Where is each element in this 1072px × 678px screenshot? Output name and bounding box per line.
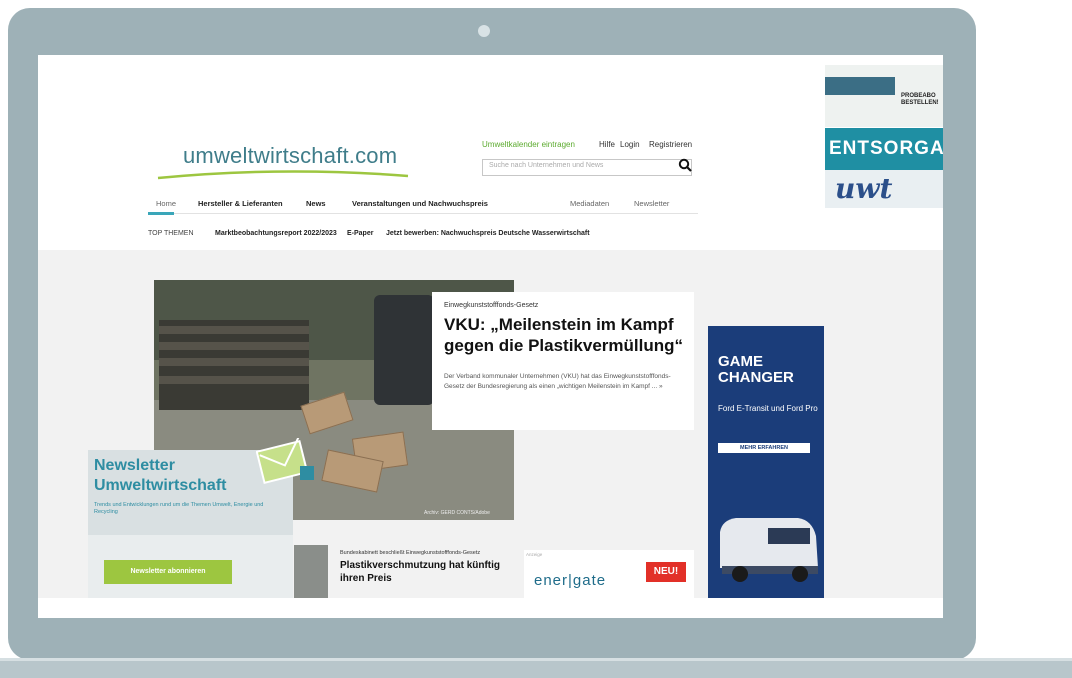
more-info-button[interactable]: MEHR ERFAHREN bbox=[718, 443, 810, 453]
bench-shape bbox=[159, 320, 309, 410]
nav-mediadata[interactable]: Mediadaten bbox=[570, 199, 609, 208]
top-theme-award[interactable]: Jetzt bewerben: Nachwuchspreis Deutsche … bbox=[386, 230, 590, 237]
laptop-base bbox=[0, 658, 1072, 678]
site-header: umweltwirtschaft.com Umweltkalender eint… bbox=[38, 55, 943, 250]
login-link[interactable]: Login bbox=[620, 140, 640, 149]
nav-newsletter[interactable]: Newsletter bbox=[634, 199, 669, 208]
entsorga-ad[interactable]: ENTSORGA uwt bbox=[825, 128, 943, 208]
top-theme-report[interactable]: Marktbeobachtungsreport 2022/2023 bbox=[215, 230, 337, 237]
nav-divider bbox=[148, 213, 698, 214]
logo-swoosh-icon bbox=[157, 170, 409, 180]
bench-slat bbox=[159, 376, 309, 384]
article-teaser[interactable]: Bundeskabinett beschließt Einwegkunststo… bbox=[340, 549, 520, 585]
bench-slat bbox=[159, 342, 309, 350]
nav-manufacturers[interactable]: Hersteller & Lieferanten bbox=[198, 199, 283, 208]
entsorga-logo: ENTSORGA bbox=[829, 138, 943, 159]
magazine-cover bbox=[825, 77, 895, 95]
magazine-ad[interactable]: PROBEABO BESTELLEN! bbox=[825, 65, 943, 127]
ad-title: GAME CHANGER bbox=[718, 353, 794, 386]
search-input[interactable]: Suche nach Unternehmen und News bbox=[482, 159, 692, 176]
uwt-panel: uwt bbox=[825, 170, 943, 208]
newsletter-subtitle: Trends und Entwicklungen rund um die The… bbox=[94, 502, 264, 515]
newsletter-subscribe-button[interactable]: Newsletter abonnieren bbox=[104, 560, 232, 584]
suggest-link[interactable]: Umweltkalender eintragen bbox=[482, 140, 575, 149]
register-link[interactable]: Registrieren bbox=[649, 140, 692, 149]
nav-home[interactable]: Home bbox=[156, 199, 176, 208]
article-thumbnail[interactable] bbox=[294, 545, 328, 598]
search-icon[interactable] bbox=[678, 158, 692, 172]
hero-text: Der Verband kommunaler Unternehmen (VKU)… bbox=[444, 373, 671, 390]
screen-bottom-strip bbox=[38, 598, 943, 618]
ad-subtitle: Ford E-Transit und Ford Pro bbox=[718, 404, 818, 413]
nav-news[interactable]: News bbox=[306, 199, 326, 208]
top-themes-label: TOP THEMEN bbox=[148, 230, 194, 237]
article-kicker: Bundeskabinett beschließt Einwegkunststo… bbox=[340, 550, 481, 556]
hero-teaser[interactable]: Einwegkunststofffonds-Gesetz VKU: „Meile… bbox=[432, 292, 694, 430]
van-icon bbox=[720, 518, 818, 582]
webpage: umweltwirtschaft.com Umweltkalender eint… bbox=[38, 55, 943, 598]
help-link[interactable]: Hilfe bbox=[599, 140, 615, 149]
nav-active-indicator bbox=[148, 212, 174, 215]
ad-label: Anzeige bbox=[526, 552, 543, 557]
probeabo-text: PROBEABO BESTELLEN! bbox=[901, 93, 939, 106]
bench-slat bbox=[159, 358, 309, 366]
bench-slat bbox=[159, 326, 309, 334]
hero-title[interactable]: VKU: „Meilenstein im Kampf gegen die Pla… bbox=[444, 314, 689, 356]
article-title[interactable]: Plastikverschmutzung hat künftig ihren P… bbox=[340, 559, 520, 585]
top-theme-epaper[interactable]: E-Paper bbox=[347, 230, 373, 237]
new-badge: NEU! bbox=[646, 562, 686, 582]
hero-kicker: Einwegkunststofffonds-Gesetz bbox=[444, 302, 539, 309]
image-credit: Archiv: GERD CONTS/Adobe bbox=[424, 510, 490, 516]
uwt-logo: uwt bbox=[835, 172, 893, 205]
camera-icon bbox=[478, 25, 490, 37]
envelope-icon bbox=[256, 438, 314, 485]
trash-can-shape bbox=[374, 295, 434, 405]
nav-events[interactable]: Veranstaltungen und Nachwuchspreis bbox=[352, 199, 488, 208]
game-changer-ad[interactable]: GAME CHANGER Ford E-Transit und Ford Pro… bbox=[708, 326, 824, 598]
search-placeholder: Suche nach Unternehmen und News bbox=[489, 162, 604, 169]
site-logo[interactable]: umweltwirtschaft.com bbox=[183, 143, 397, 169]
screen: umweltwirtschaft.com Umweltkalender eint… bbox=[38, 55, 943, 618]
energate-ad[interactable]: Anzeige ener|gate NEU! bbox=[524, 550, 694, 598]
energate-logo: ener|gate bbox=[534, 572, 607, 589]
